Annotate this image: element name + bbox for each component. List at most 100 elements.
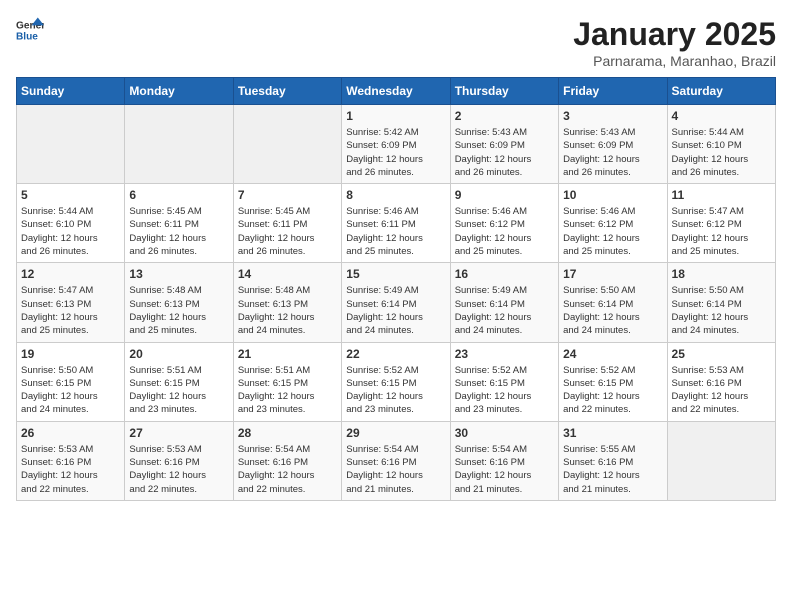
table-row: 19 Sunrise: 5:50 AM Sunset: 6:15 PM Dayli… (17, 342, 125, 421)
header-saturday: Saturday (667, 78, 775, 105)
day-info: Sunrise: 5:53 AM Sunset: 6:16 PM Dayligh… (21, 443, 120, 496)
day-number: 21 (238, 347, 337, 361)
day-number: 15 (346, 267, 445, 281)
table-row (17, 105, 125, 184)
day-number: 26 (21, 426, 120, 440)
day-number: 31 (563, 426, 662, 440)
header-friday: Friday (559, 78, 667, 105)
day-info: Sunrise: 5:42 AM Sunset: 6:09 PM Dayligh… (346, 126, 445, 179)
table-row: 24 Sunrise: 5:52 AM Sunset: 6:15 PM Dayli… (559, 342, 667, 421)
day-info: Sunrise: 5:47 AM Sunset: 6:12 PM Dayligh… (672, 205, 771, 258)
day-info: Sunrise: 5:53 AM Sunset: 6:16 PM Dayligh… (672, 364, 771, 417)
day-number: 13 (129, 267, 228, 281)
day-number: 1 (346, 109, 445, 123)
day-number: 18 (672, 267, 771, 281)
day-info: Sunrise: 5:43 AM Sunset: 6:09 PM Dayligh… (563, 126, 662, 179)
day-number: 20 (129, 347, 228, 361)
title-area: January 2025 Parnarama, Maranhao, Brazil (573, 16, 776, 69)
day-number: 9 (455, 188, 554, 202)
calendar-row: 1 Sunrise: 5:42 AM Sunset: 6:09 PM Daylig… (17, 105, 776, 184)
day-info: Sunrise: 5:45 AM Sunset: 6:11 PM Dayligh… (238, 205, 337, 258)
table-row (667, 421, 775, 500)
calendar-row: 19 Sunrise: 5:50 AM Sunset: 6:15 PM Dayli… (17, 342, 776, 421)
day-number: 3 (563, 109, 662, 123)
header-sunday: Sunday (17, 78, 125, 105)
day-number: 14 (238, 267, 337, 281)
logo: General Blue (16, 16, 44, 44)
table-row: 5Sunrise: 5:44 AM Sunset: 6:10 PM Daylig… (17, 184, 125, 263)
header-monday: Monday (125, 78, 233, 105)
table-row: 27 Sunrise: 5:53 AM Sunset: 6:16 PM Dayli… (125, 421, 233, 500)
table-row: 4 Sunrise: 5:44 AM Sunset: 6:10 PM Daylig… (667, 105, 775, 184)
svg-text:Blue: Blue (16, 31, 38, 42)
header: General Blue January 2025 Parnarama, Mar… (16, 16, 776, 69)
calendar-subtitle: Parnarama, Maranhao, Brazil (573, 53, 776, 69)
day-number: 4 (672, 109, 771, 123)
day-info: Sunrise: 5:50 AM Sunset: 6:15 PM Dayligh… (21, 364, 120, 417)
table-row: 17Sunrise: 5:50 AM Sunset: 6:14 PM Dayli… (559, 263, 667, 342)
table-row: 7 Sunrise: 5:45 AM Sunset: 6:11 PM Daylig… (233, 184, 341, 263)
day-number: 24 (563, 347, 662, 361)
day-number: 7 (238, 188, 337, 202)
table-row: 31 Sunrise: 5:55 AM Sunset: 6:16 PM Dayli… (559, 421, 667, 500)
table-row: 28 Sunrise: 5:54 AM Sunset: 6:16 PM Dayli… (233, 421, 341, 500)
day-info: Sunrise: 5:49 AM Sunset: 6:14 PM Dayligh… (455, 284, 554, 337)
table-row: 25Sunrise: 5:53 AM Sunset: 6:16 PM Dayli… (667, 342, 775, 421)
table-row: 9 Sunrise: 5:46 AM Sunset: 6:12 PM Daylig… (450, 184, 558, 263)
table-row: 2 Sunrise: 5:43 AM Sunset: 6:09 PM Daylig… (450, 105, 558, 184)
table-row: 10 Sunrise: 5:46 AM Sunset: 6:12 PM Dayli… (559, 184, 667, 263)
table-row: 29 Sunrise: 5:54 AM Sunset: 6:16 PM Dayli… (342, 421, 450, 500)
day-number: 17 (563, 267, 662, 281)
day-info: Sunrise: 5:55 AM Sunset: 6:16 PM Dayligh… (563, 443, 662, 496)
days-header-row: Sunday Monday Tuesday Wednesday Thursday… (17, 78, 776, 105)
day-info: Sunrise: 5:46 AM Sunset: 6:11 PM Dayligh… (346, 205, 445, 258)
day-info: Sunrise: 5:48 AM Sunset: 6:13 PM Dayligh… (129, 284, 228, 337)
day-number: 16 (455, 267, 554, 281)
logo-icon: General Blue (16, 16, 44, 44)
table-row: 22Sunrise: 5:52 AM Sunset: 6:15 PM Dayli… (342, 342, 450, 421)
day-info: Sunrise: 5:43 AM Sunset: 6:09 PM Dayligh… (455, 126, 554, 179)
day-info: Sunrise: 5:46 AM Sunset: 6:12 PM Dayligh… (455, 205, 554, 258)
table-row (125, 105, 233, 184)
calendar-row: 26 Sunrise: 5:53 AM Sunset: 6:16 PM Dayli… (17, 421, 776, 500)
day-info: Sunrise: 5:48 AM Sunset: 6:13 PM Dayligh… (238, 284, 337, 337)
header-thursday: Thursday (450, 78, 558, 105)
day-number: 8 (346, 188, 445, 202)
day-number: 2 (455, 109, 554, 123)
day-info: Sunrise: 5:54 AM Sunset: 6:16 PM Dayligh… (238, 443, 337, 496)
day-info: Sunrise: 5:45 AM Sunset: 6:11 PM Dayligh… (129, 205, 228, 258)
day-info: Sunrise: 5:44 AM Sunset: 6:10 PM Dayligh… (21, 205, 120, 258)
day-number: 12 (21, 267, 120, 281)
header-wednesday: Wednesday (342, 78, 450, 105)
day-info: Sunrise: 5:52 AM Sunset: 6:15 PM Dayligh… (346, 364, 445, 417)
calendar-row: 12Sunrise: 5:47 AM Sunset: 6:13 PM Dayli… (17, 263, 776, 342)
day-number: 19 (21, 347, 120, 361)
table-row: 18 Sunrise: 5:50 AM Sunset: 6:14 PM Dayli… (667, 263, 775, 342)
day-info: Sunrise: 5:49 AM Sunset: 6:14 PM Dayligh… (346, 284, 445, 337)
header-tuesday: Tuesday (233, 78, 341, 105)
day-info: Sunrise: 5:51 AM Sunset: 6:15 PM Dayligh… (129, 364, 228, 417)
table-row: 23Sunrise: 5:52 AM Sunset: 6:15 PM Dayli… (450, 342, 558, 421)
day-info: Sunrise: 5:44 AM Sunset: 6:10 PM Dayligh… (672, 126, 771, 179)
day-info: Sunrise: 5:52 AM Sunset: 6:15 PM Dayligh… (455, 364, 554, 417)
table-row: 20 Sunrise: 5:51 AM Sunset: 6:15 PM Dayli… (125, 342, 233, 421)
calendar-table: Sunday Monday Tuesday Wednesday Thursday… (16, 77, 776, 501)
day-info: Sunrise: 5:52 AM Sunset: 6:15 PM Dayligh… (563, 364, 662, 417)
table-row: 21Sunrise: 5:51 AM Sunset: 6:15 PM Dayli… (233, 342, 341, 421)
calendar-row: 5Sunrise: 5:44 AM Sunset: 6:10 PM Daylig… (17, 184, 776, 263)
day-info: Sunrise: 5:54 AM Sunset: 6:16 PM Dayligh… (346, 443, 445, 496)
table-row: 3 Sunrise: 5:43 AM Sunset: 6:09 PM Daylig… (559, 105, 667, 184)
table-row: 12Sunrise: 5:47 AM Sunset: 6:13 PM Dayli… (17, 263, 125, 342)
day-number: 27 (129, 426, 228, 440)
day-number: 6 (129, 188, 228, 202)
table-row: 11Sunrise: 5:47 AM Sunset: 6:12 PM Dayli… (667, 184, 775, 263)
day-number: 29 (346, 426, 445, 440)
day-info: Sunrise: 5:50 AM Sunset: 6:14 PM Dayligh… (672, 284, 771, 337)
day-info: Sunrise: 5:53 AM Sunset: 6:16 PM Dayligh… (129, 443, 228, 496)
day-info: Sunrise: 5:46 AM Sunset: 6:12 PM Dayligh… (563, 205, 662, 258)
table-row (233, 105, 341, 184)
table-row: 30Sunrise: 5:54 AM Sunset: 6:16 PM Dayli… (450, 421, 558, 500)
day-number: 28 (238, 426, 337, 440)
day-number: 10 (563, 188, 662, 202)
table-row: 15 Sunrise: 5:49 AM Sunset: 6:14 PM Dayli… (342, 263, 450, 342)
